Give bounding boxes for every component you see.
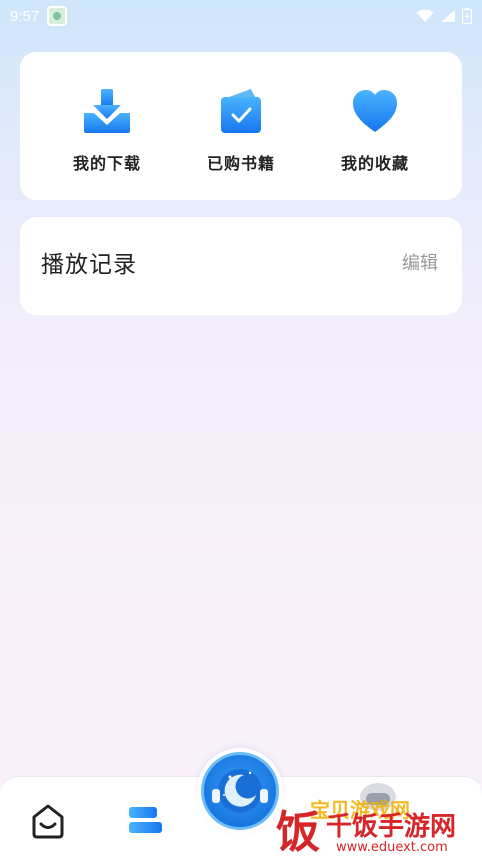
svg-text:www.eduext.com: www.eduext.com xyxy=(336,840,448,855)
edit-button[interactable]: 编辑 xyxy=(402,249,438,275)
play-history-card: 播放记录 编辑 xyxy=(20,217,462,315)
battery-icon xyxy=(462,8,472,24)
watermark-logo: 宝贝游戏网 饭 千饭手游网 www.eduext.com xyxy=(270,765,482,857)
signal-icon xyxy=(441,10,455,22)
svg-text:饭: 饭 xyxy=(276,807,320,857)
purchased-books-icon xyxy=(216,86,266,136)
my-downloads-label: 我的下载 xyxy=(72,154,141,173)
play-history-title: 播放记录 xyxy=(41,252,137,278)
svg-text:千饭手游网: 千饭手游网 xyxy=(326,812,456,842)
purchased-books-button[interactable]: 已购书籍 xyxy=(181,52,301,200)
my-downloads-button[interactable]: 我的下载 xyxy=(47,52,167,200)
status-time: 9:57 xyxy=(10,7,40,25)
download-icon xyxy=(82,86,132,136)
home-icon xyxy=(32,804,64,839)
wifi-icon xyxy=(416,9,434,22)
quick-actions-card: 我的下载 已购书籍 我的收藏 xyxy=(20,52,462,200)
nav-home-button[interactable] xyxy=(28,801,68,845)
my-favorites-label: 我的收藏 xyxy=(340,154,409,173)
my-favorites-button[interactable]: 我的收藏 xyxy=(315,52,435,200)
status-icons xyxy=(416,8,472,24)
status-bar: 9:57 xyxy=(0,0,482,32)
app-notification-icon xyxy=(47,6,68,26)
player-icon xyxy=(201,752,279,830)
heart-icon xyxy=(350,86,400,136)
library-icon xyxy=(129,807,162,833)
purchased-books-label: 已购书籍 xyxy=(206,154,275,173)
nav-library-button[interactable] xyxy=(126,801,164,845)
